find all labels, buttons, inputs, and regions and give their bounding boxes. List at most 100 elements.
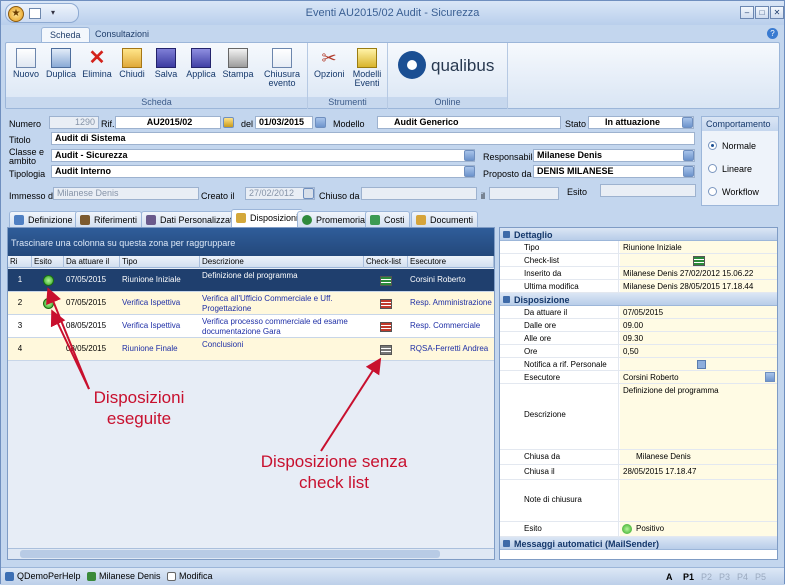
tab-consultazioni[interactable]: Consultazioni [87, 27, 157, 42]
applica-button[interactable]: Applica [186, 46, 216, 79]
radio-workflow[interactable] [708, 187, 717, 196]
page-p4[interactable]: P4 [737, 572, 748, 582]
chiudi-button[interactable]: Chiudi [118, 46, 146, 79]
col-da-attuare[interactable]: Da attuare il [64, 256, 120, 268]
dettaglio-section[interactable]: Dettaglio [500, 228, 777, 241]
apply-icon [191, 48, 211, 68]
opzioni-button[interactable]: ✂ Opzioni [314, 46, 345, 79]
creato-dropdown-icon [303, 188, 314, 199]
close-button[interactable]: ✕ [770, 6, 784, 19]
checklist-icon[interactable] [380, 322, 392, 332]
tab-costi[interactable]: Costi [365, 211, 410, 227]
radio-normale[interactable] [708, 141, 717, 150]
rif-field[interactable]: AU2015/02 [115, 116, 221, 129]
duplica-button[interactable]: Duplica [46, 46, 76, 79]
tab-promemoria[interactable]: Promemoria [297, 211, 371, 227]
responsabile-field[interactable]: Milanese Denis [533, 149, 695, 162]
esecutore-dropdown-icon[interactable] [765, 372, 775, 382]
table-row[interactable]: 2 07/05/2015 Verifica Ispettiva Verifica al… [8, 292, 494, 315]
page-p2[interactable]: P2 [701, 572, 712, 582]
status-user[interactable]: Milanese Denis [87, 571, 161, 581]
tab-dati-personalizzati[interactable]: Dati Personalizzati [141, 211, 240, 227]
nuovo-button[interactable]: Nuovo [12, 46, 40, 79]
page-p1[interactable]: P1 [683, 572, 694, 582]
col-ri[interactable]: Ri [8, 256, 32, 268]
dettaglio-value[interactable]: Riunione Iniziale [620, 241, 777, 253]
chiusa-da-value[interactable]: Milanese Denis [620, 450, 777, 464]
col-tipo[interactable]: Tipo [120, 256, 200, 268]
disposizione-value[interactable]: 0,50 [620, 345, 777, 357]
stato-select[interactable]: In attuazione [588, 116, 694, 129]
tab-scheda[interactable]: Scheda [41, 27, 90, 42]
table-row[interactable]: 1 07/05/2015 Riunione Iniziale Definizione … [8, 269, 494, 292]
checklist-icon[interactable] [380, 276, 392, 286]
disposizione-key: Dalle ore [500, 319, 619, 331]
salva-button[interactable]: Salva [152, 46, 180, 79]
disposizione-section[interactable]: Disposizione [500, 293, 777, 306]
checklist-icon[interactable] [380, 299, 392, 309]
tab-disposizioni[interactable]: Disposizioni [231, 209, 304, 227]
col-esito[interactable]: Esito [32, 256, 64, 268]
proposto-field[interactable]: DENIS MILANESE [533, 165, 695, 178]
maximize-button[interactable]: □ [755, 6, 769, 19]
tab-riferimenti[interactable]: Riferimenti [75, 211, 143, 227]
messaggi-section[interactable]: Messaggi automatici (MailSender) [500, 537, 777, 550]
tab-definizione[interactable]: Definizione [9, 211, 78, 227]
tab-promemoria-label: Promemoria [316, 215, 366, 225]
stato-dropdown-icon[interactable] [682, 117, 693, 128]
scrollbar-thumb[interactable] [20, 550, 440, 558]
tab-documenti[interactable]: Documenti [411, 211, 479, 227]
details-panel: Dettaglio Tipo Riunione Iniziale Check-lis… [499, 227, 778, 560]
tools-icon: ✂ [321, 48, 337, 68]
col-checklist[interactable]: Check-list [364, 256, 408, 268]
status-db-text: QDemoPerHelp [17, 571, 81, 581]
classe-dropdown-icon[interactable] [464, 150, 475, 161]
modello-field[interactable]: Audit Generico [377, 116, 561, 129]
tipologia-dropdown-icon[interactable] [464, 166, 475, 177]
checklist-icon[interactable] [693, 256, 705, 266]
classe-field[interactable]: Audit - Sicurezza [51, 149, 475, 162]
descrizione-value[interactable]: Definizione del programma [620, 384, 777, 449]
page-p5[interactable]: P5 [755, 572, 766, 582]
disposizione-value[interactable]: 07/05/2015 [620, 306, 777, 318]
page-a[interactable]: A [666, 572, 673, 582]
date-field[interactable]: 01/03/2015 [255, 116, 313, 129]
calendar-dropdown-icon[interactable] [315, 117, 326, 128]
minimize-button[interactable]: – [740, 6, 754, 19]
disposizione-value[interactable]: 09.30 [620, 332, 777, 344]
group-by-area[interactable]: Trascinare una colonna su questa zona pe… [8, 228, 494, 256]
status-db[interactable]: QDemoPerHelp [5, 571, 81, 581]
modelli-eventi-button[interactable]: Modelli Eventi [350, 46, 384, 88]
disposizione-value[interactable]: Corsini Roberto [620, 371, 777, 383]
dettaglio-value[interactable]: Milanese Denis 28/05/2015 17.18.44 [620, 280, 777, 292]
grid-horizontal-scrollbar[interactable] [8, 548, 494, 559]
help-icon[interactable]: ? [767, 28, 778, 39]
table-row[interactable]: 3 08/05/2015 Verifica Ispettiva Verifica pr… [8, 315, 494, 338]
cell-descrizione: Definizione del programma [202, 271, 298, 280]
proposto-dropdown-icon[interactable] [683, 166, 694, 177]
notify-checkbox[interactable] [697, 360, 706, 369]
chiusa-il-value[interactable]: 28/05/2015 17.18.47 [620, 465, 777, 479]
note-value[interactable] [620, 480, 777, 521]
checklist-icon[interactable] [380, 345, 392, 355]
radio-lineare[interactable] [708, 164, 717, 173]
documenti-icon [416, 215, 426, 225]
elimina-button[interactable]: ✕ Elimina [82, 46, 112, 79]
tipologia-field[interactable]: Audit Interno [51, 165, 475, 178]
qualibus-logo[interactable]: qualibus [398, 51, 508, 83]
dettaglio-value[interactable]: Milanese Denis 27/02/2012 15.06.22 [620, 267, 777, 279]
responsabile-dropdown-icon[interactable] [683, 150, 694, 161]
chiusura-evento-button[interactable]: Chiusura evento [260, 46, 304, 88]
col-descrizione[interactable]: Descrizione [200, 256, 364, 268]
dettaglio-value[interactable] [620, 254, 777, 266]
page-p3[interactable]: P3 [719, 572, 730, 582]
disposizione-value[interactable] [620, 358, 777, 370]
save-disk-icon [156, 48, 176, 68]
stampa-button[interactable]: Stampa [222, 46, 254, 79]
disposizione-value[interactable]: 09.00 [620, 319, 777, 331]
lock-icon[interactable] [223, 117, 234, 128]
titolo-field[interactable]: Audit di Sistema [51, 132, 695, 145]
esito-value[interactable]: Positivo [620, 522, 777, 536]
col-esecutore[interactable]: Esecutore [408, 256, 494, 268]
table-row[interactable]: 4 08/05/2015 Riunione Finale Conclusioni RQS… [8, 338, 494, 361]
